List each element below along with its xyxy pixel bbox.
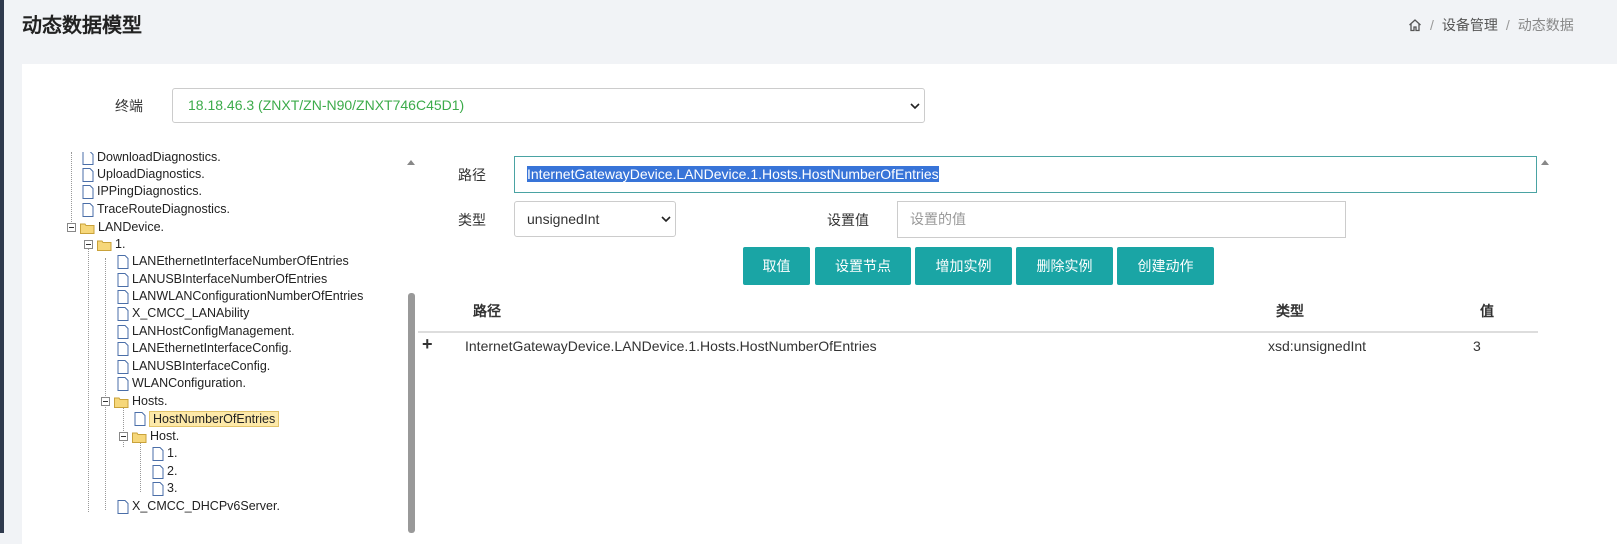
tree-node[interactable]: 3. xyxy=(152,480,177,497)
path-label: 路径 xyxy=(458,167,486,183)
file-icon xyxy=(152,464,164,479)
collapse-icon[interactable] xyxy=(84,240,93,249)
home-icon[interactable] xyxy=(1408,18,1422,32)
collapse-icon[interactable] xyxy=(67,223,76,232)
tree-node[interactable]: LANEthernetInterfaceConfig. xyxy=(117,340,292,357)
page-title: 动态数据模型 xyxy=(22,15,142,37)
row-path: InternetGatewayDevice.LANDevice.1.Hosts.… xyxy=(465,338,877,354)
tree-node[interactable]: LANWLANConfigurationNumberOfEntries xyxy=(117,288,363,305)
tree-node[interactable]: WLANConfiguration. xyxy=(117,375,246,392)
create-action-button[interactable]: 创建动作 xyxy=(1117,247,1214,285)
folder-open-icon xyxy=(80,223,95,234)
result-table-header: 路径 类型 值 xyxy=(418,287,1538,333)
tree-node[interactable]: Hosts. xyxy=(101,393,167,410)
folder-open-icon xyxy=(132,432,147,443)
tree-node[interactable]: LANUSBInterfaceNumberOfEntries xyxy=(117,271,327,288)
type-select-value: unsignedInt xyxy=(527,211,600,227)
breadcrumb-separator: / xyxy=(1430,17,1434,33)
header-type: 类型 xyxy=(1276,303,1304,319)
add-instance-button[interactable]: 增加实例 xyxy=(915,247,1012,285)
path-input[interactable]: InternetGatewayDevice.LANDevice.1.Hosts.… xyxy=(514,156,1537,193)
breadcrumb-current: 动态数据 xyxy=(1517,17,1574,33)
set-value-placeholder: 设置的值 xyxy=(910,211,966,227)
file-icon xyxy=(82,152,94,165)
set-value-input[interactable]: 设置的值 xyxy=(897,201,1346,238)
collapse-icon[interactable] xyxy=(119,432,128,441)
tree-node[interactable]: X_CMCC_LANAbility xyxy=(117,305,249,322)
get-value-button[interactable]: 取值 xyxy=(743,247,810,285)
file-icon xyxy=(117,324,129,339)
row-type: xsd:unsignedInt xyxy=(1268,338,1367,354)
row-value: 3 xyxy=(1473,338,1481,354)
tree-node[interactable]: UploadDiagnostics. xyxy=(82,166,205,183)
terminal-select[interactable]: 18.18.46.3 (ZNXT/ZN-N90/ZNXT746C45D1) xyxy=(172,88,925,123)
terminal-select-value: 18.18.46.3 (ZNXT/ZN-N90/ZNXT746C45D1) xyxy=(188,97,465,113)
file-icon xyxy=(117,359,129,374)
chevron-down-icon xyxy=(661,216,671,223)
scroll-up-icon[interactable] xyxy=(1541,160,1549,165)
file-icon xyxy=(117,289,129,304)
set-node-button[interactable]: 设置节点 xyxy=(815,247,911,285)
set-value-label: 设置值 xyxy=(827,212,869,228)
expand-icon[interactable]: + xyxy=(422,334,433,355)
file-icon xyxy=(117,272,129,287)
path-input-value: InternetGatewayDevice.LANDevice.1.Hosts.… xyxy=(527,166,939,182)
tree-node[interactable]: IPPingDiagnostics. xyxy=(82,183,202,200)
tree-node[interactable]: LANEthernetInterfaceNumberOfEntries xyxy=(117,253,349,270)
file-icon xyxy=(117,254,129,269)
breadcrumb: / 设备管理 / 动态数据 xyxy=(1408,15,1574,35)
file-icon xyxy=(134,411,146,426)
type-select[interactable]: unsignedInt xyxy=(514,201,676,237)
file-icon xyxy=(117,499,129,514)
collapse-icon[interactable] xyxy=(101,397,110,406)
tree-node[interactable]: 1. xyxy=(84,236,125,253)
data-model-tree[interactable]: DownloadDiagnostics. UploadDiagnostics. … xyxy=(60,152,405,533)
breadcrumb-device-management[interactable]: 设备管理 xyxy=(1442,15,1498,35)
tree-node[interactable]: Host. xyxy=(119,428,179,445)
file-icon xyxy=(152,446,164,461)
folder-open-icon xyxy=(114,397,129,408)
table-row[interactable]: + InternetGatewayDevice.LANDevice.1.Host… xyxy=(418,333,1538,363)
tree-scrollbar[interactable] xyxy=(406,160,416,533)
folder-open-icon xyxy=(97,240,112,251)
header-value: 值 xyxy=(1480,303,1494,319)
tree-node-selected[interactable]: HostNumberOfEntries xyxy=(134,410,280,427)
breadcrumb-separator: / xyxy=(1505,17,1510,33)
file-icon xyxy=(82,184,94,199)
tree-line xyxy=(88,242,89,512)
tree-node[interactable]: X_CMCC_DHCPv6Server. xyxy=(117,498,280,515)
type-label: 类型 xyxy=(458,212,486,228)
scrollbar-thumb[interactable] xyxy=(408,293,415,533)
file-icon xyxy=(82,167,94,182)
terminal-label: 终端 xyxy=(115,98,143,114)
sidebar-edge xyxy=(0,0,4,533)
file-icon xyxy=(152,481,164,496)
tree-node[interactable]: TraceRouteDiagnostics. xyxy=(82,201,230,218)
tree-node[interactable]: DownloadDiagnostics. xyxy=(82,152,221,166)
file-icon xyxy=(117,341,129,356)
chevron-down-icon xyxy=(910,103,920,110)
tree-node[interactable]: 2. xyxy=(152,463,177,480)
tree-line xyxy=(140,442,141,492)
tree-node[interactable]: 1. xyxy=(152,445,177,462)
delete-instance-button[interactable]: 删除实例 xyxy=(1016,247,1113,285)
tree-line xyxy=(105,258,106,510)
file-icon xyxy=(117,376,129,391)
header-path: 路径 xyxy=(473,303,501,319)
tree-node[interactable]: LANHostConfigManagement. xyxy=(117,323,295,340)
tree-node[interactable]: LANDevice. xyxy=(67,219,164,236)
file-icon xyxy=(117,306,129,321)
tree-node[interactable]: LANUSBInterfaceConfig. xyxy=(117,358,270,375)
scroll-up-icon[interactable] xyxy=(407,160,415,165)
file-icon xyxy=(82,202,94,217)
